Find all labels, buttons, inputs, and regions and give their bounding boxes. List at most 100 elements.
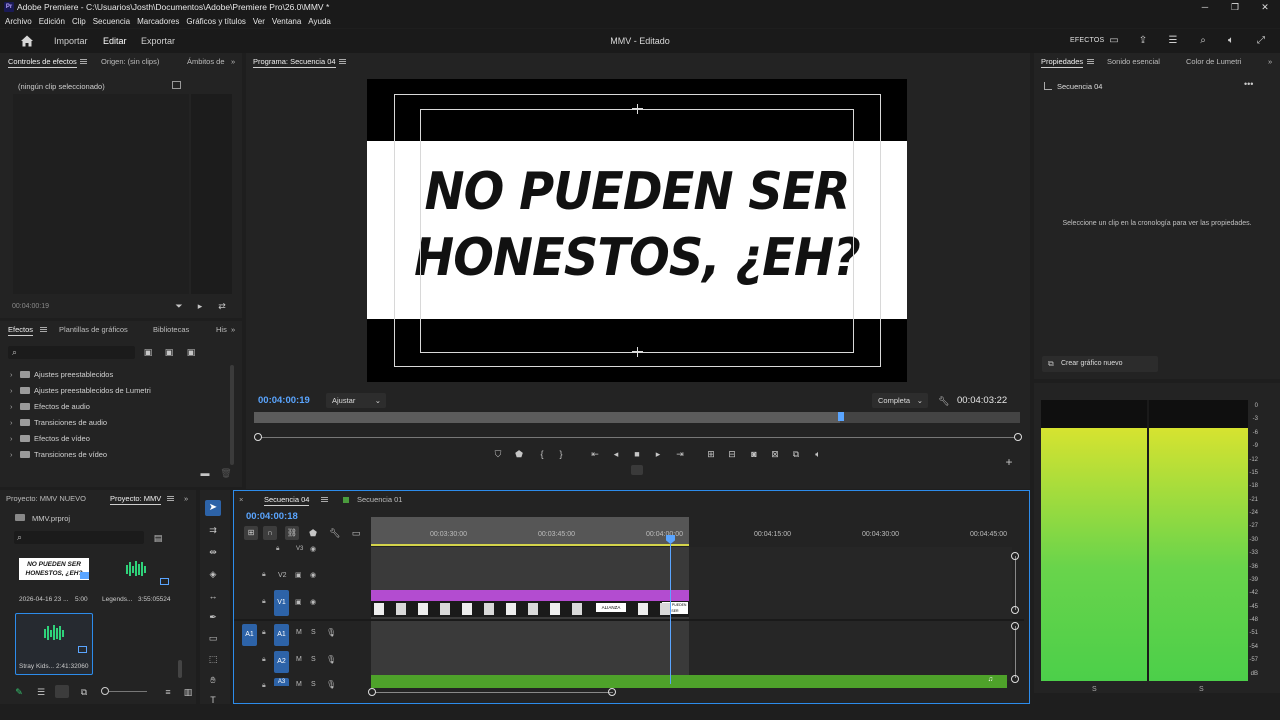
- track-target-a3[interactable]: A3: [274, 678, 289, 686]
- chevron-right-icon[interactable]: »: [231, 325, 235, 334]
- timeline-horizontal-scroll[interactable]: [375, 692, 613, 693]
- menu-edicion[interactable]: Edición: [39, 15, 65, 28]
- panel-menu-icon[interactable]: [80, 59, 87, 64]
- tab-scopes[interactable]: Ámbitos de: [187, 57, 225, 66]
- type-icon[interactable]: T: [207, 694, 219, 706]
- multicam-icon[interactable]: ⧉: [790, 448, 802, 460]
- hand-icon[interactable]: ✋︎: [207, 674, 219, 686]
- tab-effects[interactable]: Efectos: [8, 325, 34, 336]
- program-timecode[interactable]: 00:04:00:19: [258, 395, 310, 406]
- snap-icon[interactable]: ∩: [263, 526, 277, 540]
- linked-selection-icon[interactable]: ⛓: [285, 526, 299, 540]
- rectangle-icon[interactable]: ▭: [207, 632, 219, 644]
- camera-icon[interactable]: ◙: [748, 448, 760, 460]
- scroll-handle[interactable]: [1011, 622, 1019, 630]
- extract-icon[interactable]: ⊟: [726, 448, 738, 460]
- add-marker-icon[interactable]: ⛉: [492, 448, 504, 460]
- effects-folder-presets[interactable]: › Ajustes preestablecidos: [10, 370, 113, 384]
- project-item-thumbnail[interactable]: NO PUEDEN SER HONESTOS, ¿EH?: [19, 558, 89, 580]
- delete-icon[interactable]: 🗑︎: [220, 467, 232, 479]
- effects-folder-lumetri[interactable]: › Ajustes preestablecidos de Lumetri: [10, 386, 151, 400]
- effects-scrollbar[interactable]: [230, 365, 234, 465]
- microphone-icon[interactable]: 🎙︎: [326, 680, 336, 689]
- list-view-icon[interactable]: ☰: [35, 686, 47, 698]
- mute-button[interactable]: M: [296, 656, 302, 663]
- new-graphic-button[interactable]: ⧉ Crear gráfico nuevo: [1042, 356, 1158, 372]
- pencil-icon[interactable]: ✎: [13, 686, 25, 698]
- effects-folder-audio-transitions[interactable]: › Transiciones de audio: [10, 418, 107, 432]
- accelerated-effects-icon[interactable]: ▣: [142, 346, 154, 358]
- project-item-thumbnail[interactable]: [102, 558, 172, 580]
- track-eye-icon[interactable]: ◉: [310, 598, 316, 606]
- expand-panel-icon[interactable]: [172, 81, 181, 89]
- program-video-frame[interactable]: NO PUEDEN SER HONESTOS, ¿EH?: [367, 79, 907, 382]
- mute-button[interactable]: M: [296, 629, 302, 636]
- solo-right-button[interactable]: S: [1199, 686, 1204, 693]
- tab-project-mmv[interactable]: Proyecto: MMV: [110, 494, 162, 505]
- new-bin-icon[interactable]: ▤: [152, 532, 164, 544]
- work-area-range[interactable]: [371, 517, 689, 545]
- zoom-handle-left[interactable]: [254, 433, 262, 441]
- play-only-audio-icon[interactable]: ▸: [194, 300, 206, 312]
- scroll-handle[interactable]: [1011, 675, 1019, 683]
- track-lock-icon[interactable]: 🔒︎: [262, 656, 266, 664]
- tab-graphic-templates[interactable]: Plantillas de gráficos: [59, 325, 128, 334]
- track-target-a2[interactable]: A2: [274, 651, 289, 673]
- zoom-slider-handle[interactable]: [101, 687, 109, 695]
- quality-dropdown[interactable]: Completa ⌄: [872, 393, 928, 408]
- menu-marcadores[interactable]: Marcadores: [137, 15, 179, 28]
- step-back-icon[interactable]: ◂: [610, 448, 622, 460]
- scroll-handle[interactable]: [1011, 552, 1019, 560]
- work-area-bar[interactable]: [371, 544, 689, 546]
- scroll-handle[interactable]: [1011, 606, 1019, 614]
- tab-sequence-04[interactable]: Secuencia 04: [264, 495, 310, 506]
- lift-icon[interactable]: ⊞: [705, 448, 717, 460]
- track-lock-icon[interactable]: 🔒︎: [262, 571, 266, 579]
- marker-icon[interactable]: ⬟: [513, 448, 525, 460]
- mute-button[interactable]: M: [296, 681, 302, 688]
- chevron-right-icon[interactable]: »: [184, 494, 188, 503]
- track-lock-icon[interactable]: 🔒︎: [262, 598, 266, 606]
- menu-ver[interactable]: Ver: [253, 15, 265, 28]
- menu-clip[interactable]: Clip: [72, 15, 86, 28]
- menu-ayuda[interactable]: Ayuda: [308, 15, 331, 28]
- menu-secuencia[interactable]: Secuencia: [93, 15, 130, 28]
- tab-exportar[interactable]: Exportar: [141, 36, 175, 46]
- stop-icon[interactable]: ■: [631, 448, 643, 460]
- tab-lumetri[interactable]: Color de Lumetri: [1186, 57, 1241, 66]
- microphone-icon[interactable]: 🎙︎: [326, 655, 336, 664]
- track-eye-icon[interactable]: ◉: [310, 571, 316, 579]
- tab-properties[interactable]: Propiedades: [1041, 57, 1084, 68]
- source-patch-a1[interactable]: A1: [242, 624, 257, 646]
- tab-editar[interactable]: Editar: [103, 36, 127, 46]
- sort-icon[interactable]: ≡: [162, 686, 174, 698]
- 32bit-effects-icon[interactable]: ▣: [163, 346, 175, 358]
- track-lock-icon[interactable]: 🔒︎: [276, 545, 279, 553]
- tab-source[interactable]: Origen: (sin clips): [101, 57, 159, 66]
- panel-menu-icon[interactable]: [40, 327, 47, 332]
- go-to-in-icon[interactable]: ⇤: [589, 448, 601, 460]
- tab-libraries[interactable]: Bibliotecas: [153, 325, 189, 334]
- project-scrollbar[interactable]: [178, 660, 182, 678]
- scroll-handle[interactable]: [608, 688, 616, 696]
- razor-icon[interactable]: ◈: [207, 568, 219, 580]
- go-to-out-icon[interactable]: ⇥: [674, 448, 686, 460]
- pen-icon[interactable]: ✒: [207, 611, 219, 623]
- close-tab-icon[interactable]: ×: [239, 495, 243, 504]
- project-item-selected[interactable]: Stray Kids... 2:41:32060: [15, 613, 93, 675]
- yuv-effects-icon[interactable]: ▣: [185, 346, 197, 358]
- add-button-icon[interactable]: +: [1003, 456, 1015, 468]
- track-sync-icon[interactable]: ▣: [295, 571, 302, 579]
- automate-icon[interactable]: ▥: [182, 686, 194, 698]
- monitor-playhead[interactable]: [838, 412, 844, 421]
- transform-icon[interactable]: ⬚: [207, 653, 219, 665]
- captions-icon[interactable]: ▭: [350, 527, 362, 539]
- menu-ventana[interactable]: Ventana: [272, 15, 301, 28]
- panel-menu-icon[interactable]: [321, 497, 328, 502]
- zoom-handle-right[interactable]: [1014, 433, 1022, 441]
- audio-clip-a3[interactable]: ♫: [371, 675, 1007, 688]
- tab-sequence-01[interactable]: Secuencia 01: [357, 495, 402, 504]
- track-select-icon[interactable]: ⇉: [207, 524, 219, 536]
- project-search-input[interactable]: ⌕: [14, 531, 144, 544]
- menu-archivo[interactable]: Archivo: [5, 15, 32, 28]
